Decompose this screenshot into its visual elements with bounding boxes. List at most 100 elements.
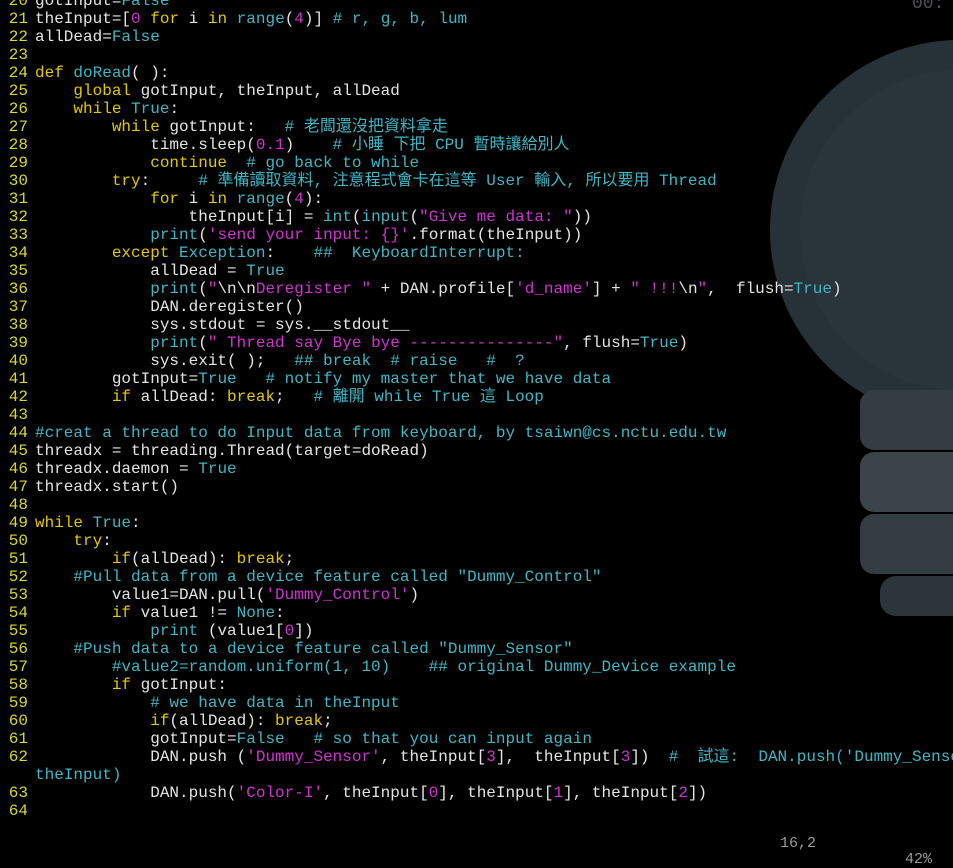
line-code: allDead = True — [35, 262, 284, 280]
code-line[interactable]: 55 print (value1[0]) — [0, 622, 953, 640]
code-line[interactable]: 53 value1=DAN.pull('Dummy_Control') — [0, 586, 953, 604]
code-token: gotInput: — [131, 676, 228, 694]
line-number: 61 — [8, 730, 28, 748]
line-number: 49 — [8, 514, 28, 532]
line-number: 41 — [8, 370, 28, 388]
code-line[interactable]: 52 #Pull data from a device feature call… — [0, 568, 953, 586]
line-code: #Push data to a device feature called "D… — [35, 640, 572, 658]
code-line[interactable]: 38 sys.stdout = sys.__stdout__ — [0, 316, 953, 334]
code-line[interactable]: theInput) — [0, 766, 953, 784]
code-token: ( — [198, 280, 208, 298]
code-line[interactable]: 24 def doRead( ): — [0, 64, 953, 82]
code-token: theInput[i] = — [35, 208, 324, 226]
code-token: i — [179, 10, 208, 28]
code-line[interactable]: 27 while gotInput: # 老闆還沒把資料拿走 — [0, 118, 953, 136]
code-line[interactable]: 58 if gotInput: — [0, 676, 953, 694]
code-token: in — [207, 10, 228, 28]
code-token: # notify my master that we have data — [265, 370, 612, 388]
code-token: (allDead): — [169, 712, 276, 730]
code-line[interactable]: 43 — [0, 406, 953, 424]
code-line[interactable]: 20 gotInput=False — [0, 0, 953, 10]
code-token: )] — [303, 10, 333, 28]
code-line[interactable]: 39 print(" Thread say Bye bye ----------… — [0, 334, 953, 352]
line-number: 23 — [8, 46, 28, 64]
code-token: DAN.push ( — [35, 748, 247, 766]
line-code: try: — [35, 532, 111, 550]
line-number: 34 — [8, 244, 28, 262]
code-token: except — [111, 244, 170, 262]
code-token: ( ): — [131, 64, 170, 82]
code-line[interactable]: 62 DAN.push ('Dummy_Sensor', theInput[3]… — [0, 748, 953, 766]
code-line[interactable]: 29 continue # go back to while — [0, 154, 953, 172]
line-number: 51 — [8, 550, 28, 568]
code-line[interactable]: 46 threadx.daemon = True — [0, 460, 953, 478]
code-line[interactable]: 54 if value1 != None: — [0, 604, 953, 622]
code-line[interactable]: 33 print('send your input: {}'.format(th… — [0, 226, 953, 244]
code-line[interactable]: 49 while True: — [0, 514, 953, 532]
line-number: 39 — [8, 334, 28, 352]
line-code: value1=DAN.pull('Dummy_Control') — [35, 586, 419, 604]
line-number: 64 — [8, 802, 28, 820]
line-number: 60 — [8, 712, 28, 730]
code-line[interactable]: 56 #Push data to a device feature called… — [0, 640, 953, 658]
code-line[interactable]: 21 theInput=[0 for i in range(4)] # r, g,… — [0, 10, 953, 28]
code-line[interactable]: 64 — [0, 802, 953, 820]
code-token: break — [275, 712, 324, 730]
line-number: 48 — [8, 496, 28, 514]
code-line[interactable]: 44 #creat a thread to do Input data from … — [0, 424, 953, 442]
code-line[interactable]: 47 threadx.start() — [0, 478, 953, 496]
code-line[interactable]: 25 global gotInput, theInput, allDead — [0, 82, 953, 100]
code-line[interactable]: 50 try: — [0, 532, 953, 550]
code-line[interactable]: 42 if allDead: break; # 離開 while True 這 … — [0, 388, 953, 406]
code-token: range — [236, 190, 285, 208]
code-line[interactable]: 60 if(allDead): break; — [0, 712, 953, 730]
code-token: threadx.daemon = — [35, 460, 199, 478]
code-line[interactable]: 41 gotInput=True # notify my master that… — [0, 370, 953, 388]
line-number: 27 — [8, 118, 28, 136]
code-token: try — [111, 172, 141, 190]
code-line[interactable]: 51 if(allDead): break; — [0, 550, 953, 568]
code-line[interactable]: 48 — [0, 496, 953, 514]
code-line[interactable]: 23 — [0, 46, 953, 64]
code-token: # 小睡 下把 CPU 暫時讓給別人 — [332, 136, 570, 154]
code-token: gotInput, theInput, allDead — [131, 82, 400, 100]
code-line[interactable]: 31 for i in range(4): — [0, 190, 953, 208]
code-line[interactable]: 61 gotInput=False # so that you can inpu… — [0, 730, 953, 748]
code-line[interactable]: 35 allDead = True — [0, 262, 953, 280]
code-token: input — [361, 208, 410, 226]
code-line[interactable]: 34 except Exception: ## KeyboardInterrup… — [0, 244, 953, 262]
code-line[interactable]: 36 print("\n\nDeregister " + DAN.profile… — [0, 280, 953, 298]
code-editor[interactable]: 20 gotInput=False 21 theInput=[0 for i in r… — [0, 0, 953, 820]
code-line[interactable]: 37 DAN.deregister() — [0, 298, 953, 316]
code-token: : — [265, 244, 314, 262]
code-line[interactable]: 63 DAN.push('Color-I', theInput[0], theI… — [0, 784, 953, 802]
code-line[interactable]: 40 sys.exit( ); ## break # raise # ? — [0, 352, 953, 370]
code-token: value1=DAN.pull( — [35, 586, 266, 604]
code-line[interactable]: 28 time.sleep(0.1) # 小睡 下把 CPU 暫時讓給別人 — [0, 136, 953, 154]
code-token: ) — [284, 136, 333, 154]
code-token: threadx = threading.Thread(target=doRead… — [35, 442, 429, 460]
code-token: ( — [284, 10, 295, 28]
code-line[interactable]: 32 theInput[i] = int(input("Give me data… — [0, 208, 953, 226]
line-code: global gotInput, theInput, allDead — [35, 82, 400, 100]
code-token: True — [198, 460, 237, 478]
code-line[interactable]: 59 # we have data in theInput — [0, 694, 953, 712]
code-line[interactable]: 45 threadx = threading.Thread(target=doRe… — [0, 442, 953, 460]
code-line[interactable]: 22 allDead=False — [0, 28, 953, 46]
code-token: while — [73, 100, 122, 118]
code-token: # r, g, b, lum — [332, 10, 468, 28]
code-line[interactable]: 30 try: # 準備讀取資料, 注意程式會卡在這等 User 輸入, 所以要… — [0, 172, 953, 190]
code-token: False — [111, 28, 160, 46]
code-token: " !!! — [630, 280, 679, 298]
line-number: 56 — [8, 640, 28, 658]
code-line[interactable]: 26 while True: — [0, 100, 953, 118]
code-token: "Give me data: " — [419, 208, 573, 226]
code-line[interactable]: 57 #value2=random.uniform(1, 10) ## orig… — [0, 658, 953, 676]
line-code: #value2=random.uniform(1, 10) ## origina… — [35, 658, 736, 676]
